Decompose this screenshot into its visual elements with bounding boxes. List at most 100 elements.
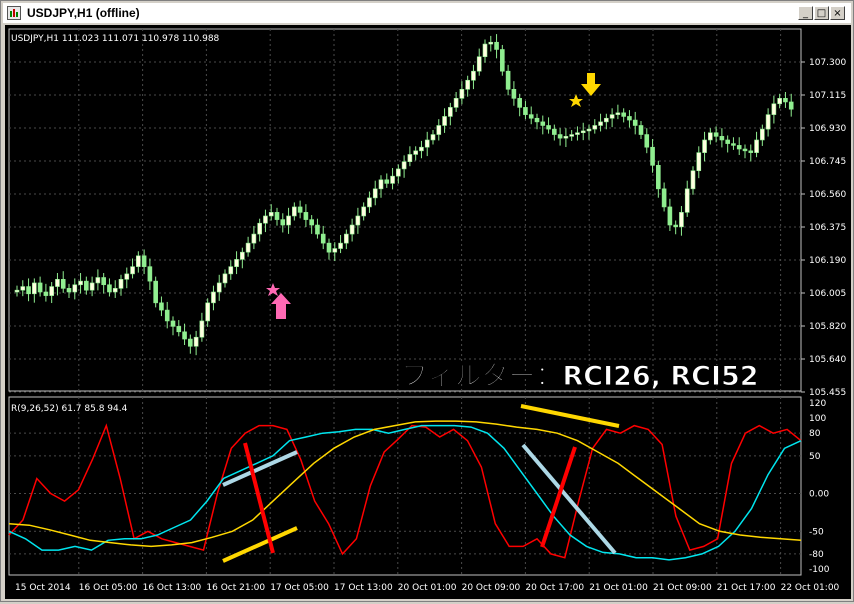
candle-body (26, 286, 31, 295)
candle-body (511, 88, 517, 99)
candle-body (193, 336, 199, 347)
price-panel-frame (8, 28, 802, 392)
candle-body (430, 134, 436, 141)
candle-body (684, 188, 690, 213)
buy-star-icon (266, 283, 280, 296)
candle-body (661, 188, 667, 208)
candle-body (557, 134, 563, 139)
candle-body (604, 117, 609, 123)
price-label: 106.375 (809, 223, 846, 233)
candle-body (569, 134, 574, 137)
level-label: -100 (809, 565, 830, 575)
trend-line-red-2 (540, 446, 577, 548)
candle-body (615, 112, 621, 115)
price-label: 106.560 (809, 190, 846, 200)
candle-body (742, 148, 748, 152)
candle-body (147, 266, 153, 282)
minimize-button[interactable]: _ (798, 6, 813, 20)
candle-body (107, 284, 112, 293)
candle-body (37, 282, 43, 293)
candle-body (228, 266, 234, 275)
candle-body (505, 70, 511, 90)
candle-body (482, 43, 488, 58)
candle-body (66, 288, 72, 293)
candle-body (679, 212, 684, 228)
candle-body (621, 112, 626, 117)
candle-body (55, 279, 60, 287)
candle-body (488, 41, 494, 45)
level-label: -50 (809, 527, 824, 537)
candle-body (713, 132, 719, 137)
candle-body (575, 132, 580, 135)
candle-body (748, 150, 754, 153)
filter-annotation: フィルター：RCI26, RCI52 (401, 361, 759, 392)
candle-body (159, 302, 164, 311)
candle-body (690, 170, 696, 190)
time-label: 21 Oct 09:00 (653, 583, 712, 593)
candle-body (580, 130, 586, 134)
chart-area[interactable]: 15 Oct 2014 16 Oct 05:00 16 Oct 13:00 16 Oc… (5, 25, 851, 599)
candle-body (760, 128, 765, 141)
candle-body (372, 188, 378, 199)
candle-body (268, 212, 274, 217)
candle-body (95, 277, 101, 284)
candle-body (136, 255, 141, 267)
candle-body (286, 215, 291, 226)
title-bar[interactable]: USDJPY,H1 (offline) _ □ × (3, 3, 851, 23)
candle-body (89, 282, 95, 291)
candle-body (60, 279, 66, 289)
candle-body (141, 255, 147, 267)
candle-body (78, 280, 83, 286)
maximize-button[interactable]: □ (814, 6, 829, 20)
candle-body (20, 286, 26, 291)
candle-body (725, 139, 730, 144)
candle-body (396, 168, 401, 177)
candle-body (315, 224, 320, 235)
candle-body (656, 165, 661, 190)
candle-body (303, 212, 309, 220)
time-label: 21 Oct 01:00 (589, 583, 648, 593)
price-label: 106.745 (809, 157, 846, 167)
candle-body (754, 139, 759, 153)
candle-body (771, 103, 777, 115)
candle-body (344, 233, 349, 244)
price-label: 105.455 (809, 388, 846, 398)
chart-window: USDJPY,H1 (offline) _ □ × 15 Oct 2014 16 … (0, 0, 854, 602)
candle-body (361, 206, 366, 217)
candle-body (696, 152, 702, 172)
candle-body (552, 128, 557, 135)
candle-body (101, 277, 106, 286)
level-label: 50 (809, 452, 821, 462)
candle-body (424, 139, 430, 148)
candle-body (292, 206, 297, 217)
price-label: 105.820 (809, 322, 846, 332)
candle-body (598, 121, 603, 126)
level-label: 0.00 (809, 490, 829, 500)
candle-body (777, 98, 782, 105)
level-label: -80 (809, 550, 824, 560)
candle-body (320, 233, 326, 244)
close-button[interactable]: × (830, 6, 845, 20)
price-candles (14, 34, 794, 356)
candle-body (49, 286, 54, 296)
chart-canvas[interactable]: 15 Oct 2014 16 Oct 05:00 16 Oct 13:00 16 Oc… (5, 25, 851, 599)
price-label: 106.005 (809, 289, 846, 299)
candle-body (164, 309, 170, 322)
candle-body (459, 88, 465, 99)
candle-body (199, 320, 205, 338)
price-label: 106.190 (809, 256, 846, 266)
price-label: 105.640 (809, 355, 846, 365)
level-label: 100 (809, 414, 826, 424)
candle-body (702, 139, 707, 153)
time-label: 15 Oct 2014 (15, 583, 71, 593)
candle-body (263, 215, 268, 224)
candle-body (401, 161, 407, 170)
candle-body (338, 242, 343, 249)
trend-line-yellow-1 (222, 526, 298, 563)
candle-body (436, 125, 442, 135)
candle-body (731, 143, 736, 146)
chart-window-icon (7, 6, 21, 20)
candle-body (708, 132, 713, 141)
price-label: 107.115 (809, 91, 846, 101)
candle-body (182, 331, 187, 340)
